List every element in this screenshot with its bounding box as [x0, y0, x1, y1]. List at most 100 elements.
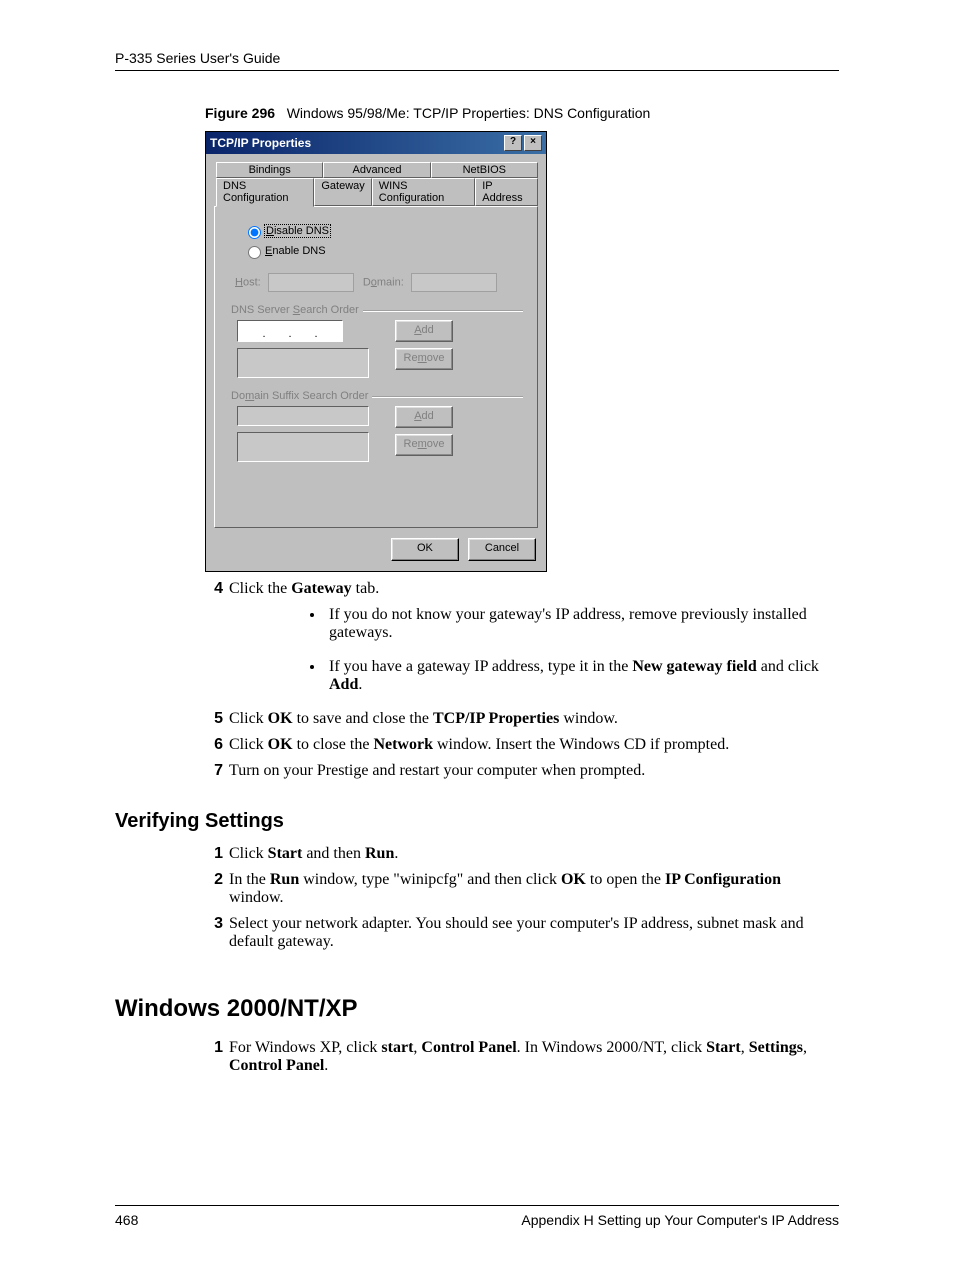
- tab-netbios[interactable]: NetBIOS: [431, 162, 538, 178]
- step-3: 3 Select your network adapter. You shoul…: [205, 915, 839, 951]
- radio-disable-dns-input[interactable]: [248, 226, 261, 239]
- tab-dns-configuration[interactable]: DNS Configuration: [216, 178, 314, 207]
- dns-order-accel: S: [293, 304, 300, 316]
- ok-button[interactable]: OK: [391, 538, 459, 561]
- dialog-body: Bindings Advanced NetBIOS DNS Configurat…: [206, 154, 546, 571]
- tab-row-front: DNS Configuration Gateway WINS Configura…: [216, 178, 538, 206]
- suffix-remove-button[interactable]: Remove: [395, 434, 453, 456]
- radio-enable-dns[interactable]: Enable DNS: [243, 243, 523, 259]
- step-text: In the: [229, 871, 270, 888]
- step-text: ,: [741, 1039, 749, 1056]
- step-num: 1: [205, 845, 223, 863]
- bullet-item: If you do not know your gateway's IP add…: [325, 606, 839, 642]
- titlebar-buttons: ? ×: [504, 135, 542, 151]
- steps-win2k: 1 For Windows XP, click start, Control P…: [205, 1039, 839, 1075]
- dns-order-label: DNS Server Search Order: [231, 304, 523, 316]
- dns-ip-input[interactable]: ...: [237, 320, 343, 342]
- help-button[interactable]: ?: [504, 135, 522, 151]
- step-text: to close the: [293, 736, 374, 753]
- bold-term: OK: [561, 871, 586, 888]
- figure-desc: Windows 95/98/Me: TCP/IP Properties: DNS…: [287, 105, 651, 121]
- bold-term: IP Configuration: [665, 871, 781, 888]
- suffix-add-button[interactable]: Add: [395, 406, 453, 428]
- dns-server-list[interactable]: [237, 348, 369, 378]
- bold-term: Start: [268, 845, 303, 862]
- dns-server-search-order: DNS Server Search Order ... Add: [229, 304, 523, 378]
- heading-verifying: Verifying Settings: [115, 810, 839, 833]
- remove-rest: ove: [427, 438, 445, 450]
- bold-term: Start: [706, 1039, 741, 1056]
- add-accel: A: [414, 410, 421, 422]
- ip-octet-4[interactable]: [318, 322, 340, 337]
- step-text: window.: [229, 889, 284, 906]
- radio-disable-dns[interactable]: Disable DNS: [243, 223, 523, 239]
- step-text: .: [394, 845, 398, 862]
- step-7: 7 Turn on your Prestige and restart your…: [205, 762, 839, 780]
- step-num: 7: [205, 762, 223, 780]
- ip-octet-2[interactable]: [266, 322, 288, 337]
- close-button[interactable]: ×: [524, 135, 542, 151]
- ip-octet-3[interactable]: [292, 322, 314, 337]
- suffix-input[interactable]: [237, 406, 369, 426]
- bold-term: Run: [365, 845, 394, 862]
- tab-advanced[interactable]: Advanced: [323, 162, 430, 178]
- step-text: tab.: [352, 580, 380, 597]
- domain-input[interactable]: [411, 273, 497, 292]
- page-footer: 468 Appendix H Setting up Your Computer'…: [115, 1205, 839, 1228]
- step-text: Click the: [229, 580, 291, 597]
- step-text: window. Insert the Windows CD if prompte…: [433, 736, 729, 753]
- steps-list-a2: 5 Click OK to save and close the TCP/IP …: [205, 710, 839, 780]
- dns-add-button[interactable]: Add: [395, 320, 453, 342]
- add-rest: dd: [422, 410, 434, 422]
- steps-list-a: 4 Click the Gateway tab.: [205, 580, 839, 598]
- add-accel: A: [414, 324, 421, 336]
- step-6: 6 Click OK to close the Network window. …: [205, 736, 839, 754]
- bullets-step4: If you do not know your gateway's IP add…: [325, 606, 839, 694]
- page-header: P-335 Series User's Guide: [115, 50, 839, 71]
- radio-enable-dns-input[interactable]: [248, 246, 261, 259]
- bold-term: OK: [268, 736, 293, 753]
- host-domain-row: Host: Domain:: [235, 273, 523, 292]
- step-text: Turn on your Prestige and restart your c…: [229, 762, 839, 780]
- figure-caption: Figure 296 Windows 95/98/Me: TCP/IP Prop…: [205, 105, 839, 121]
- bullet-text: .: [358, 676, 362, 693]
- tab-gateway[interactable]: Gateway: [314, 178, 371, 206]
- step-text: ,: [803, 1039, 807, 1056]
- guide-title: P-335 Series User's Guide: [115, 50, 280, 66]
- step-text: . In Windows 2000/NT, click: [517, 1039, 706, 1056]
- step-num: 1: [205, 1039, 223, 1075]
- bullet-text: If you have a gateway IP address, type i…: [329, 658, 632, 675]
- tab-panel: Disable DNS Enable DNS Host: Domain: DNS…: [214, 206, 538, 528]
- appendix-label: Appendix H Setting up Your Computer's IP…: [521, 1212, 839, 1228]
- bold-term: Control Panel: [421, 1039, 516, 1056]
- titlebar: TCP/IP Properties ? ×: [206, 132, 546, 154]
- host-label-accel: H: [235, 276, 243, 288]
- tcpip-dialog: TCP/IP Properties ? × Bindings Advanced …: [205, 131, 547, 572]
- remove-accel: m: [418, 438, 427, 450]
- ok-cancel-row: OK Cancel: [214, 538, 538, 561]
- suffix-pre: Do: [231, 390, 245, 402]
- suffix-list[interactable]: [237, 432, 369, 462]
- tab-bindings[interactable]: Bindings: [216, 162, 323, 178]
- radio-disable-label: isable DNS: [274, 225, 329, 237]
- host-label: ost:: [243, 276, 261, 288]
- ip-octet-1[interactable]: [240, 322, 262, 337]
- host-input[interactable]: [268, 273, 354, 292]
- page-number: 468: [115, 1212, 138, 1228]
- step-num: 3: [205, 915, 223, 951]
- tab-ip-address[interactable]: IP Address: [475, 178, 538, 206]
- step-num: 5: [205, 710, 223, 728]
- dns-remove-button[interactable]: Remove: [395, 348, 453, 370]
- tab-wins-configuration[interactable]: WINS Configuration: [372, 178, 475, 206]
- remove-rest: ove: [427, 352, 445, 364]
- dialog-title: TCP/IP Properties: [210, 136, 311, 150]
- remove-accel: m: [418, 352, 427, 364]
- cancel-button[interactable]: Cancel: [468, 538, 536, 561]
- domain-suffix-search-order: Domain Suffix Search Order Add Remove: [229, 390, 523, 462]
- bold-term: Add: [329, 676, 358, 693]
- step-text: Click: [229, 736, 268, 753]
- figure-number: Figure 296: [205, 105, 275, 121]
- suffix-order-label: Domain Suffix Search Order: [231, 390, 523, 402]
- step-text: For Windows XP, click: [229, 1039, 381, 1056]
- step-1: 1 Click Start and then Run.: [205, 845, 839, 863]
